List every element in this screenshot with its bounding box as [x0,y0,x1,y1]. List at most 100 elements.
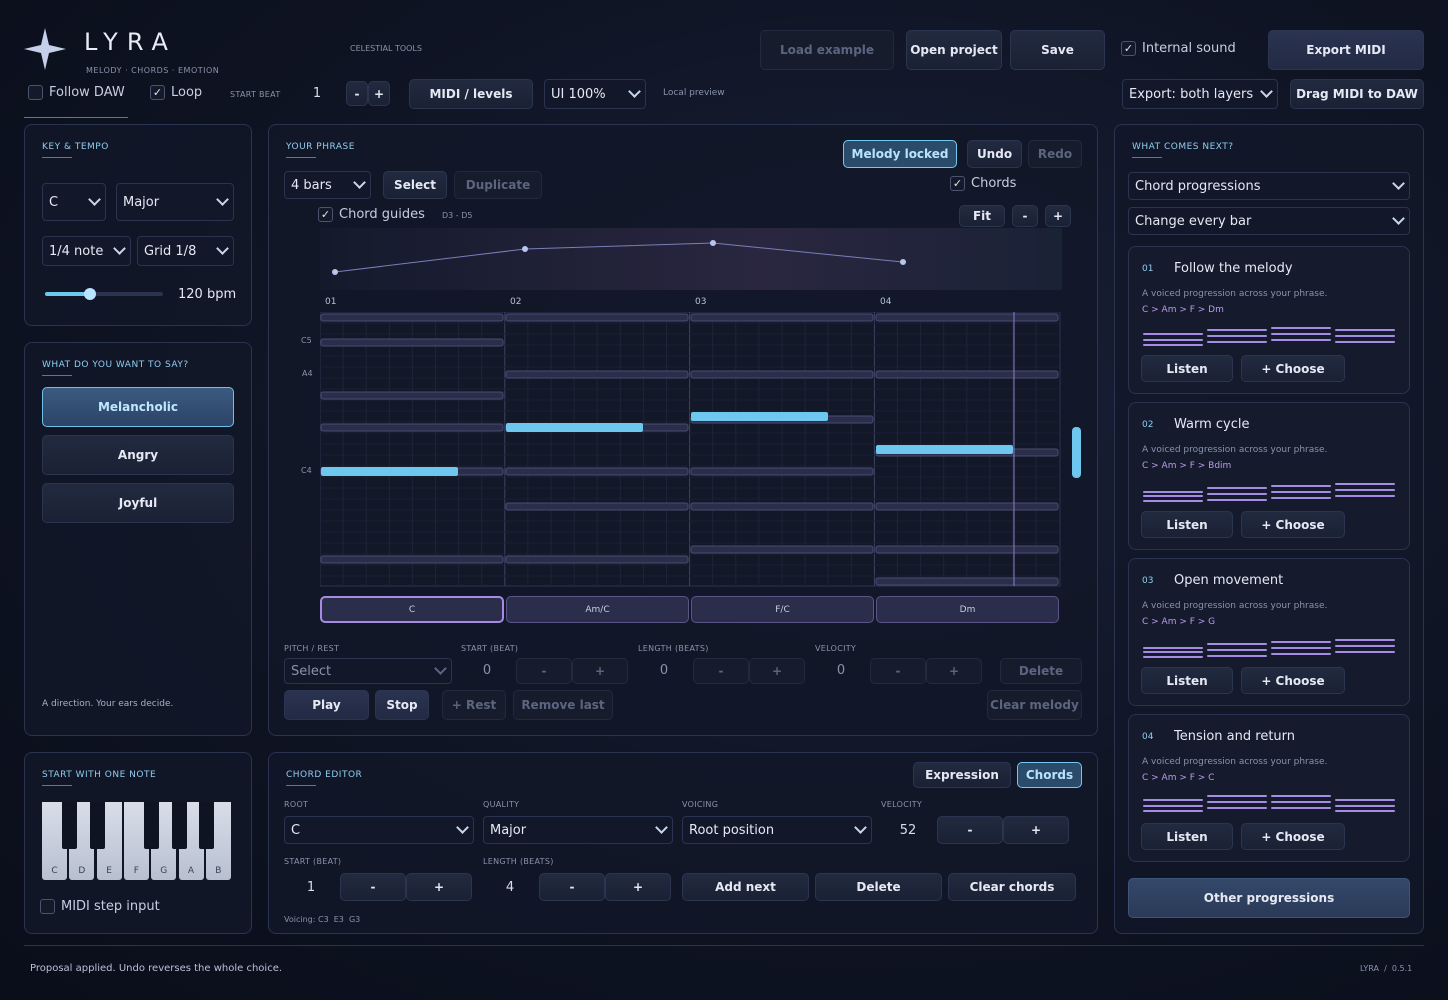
melody-locked-button[interactable]: Melody locked [843,140,957,168]
zoom-in-button[interactable]: + [1045,205,1071,227]
quality-select[interactable]: Major [483,816,673,844]
mode-select[interactable]: Major [116,183,234,221]
voicing-line [1207,643,1267,645]
voicing-line [1143,799,1203,801]
note-velocity-decrement[interactable]: - [870,658,926,684]
piano-key-label: A [187,866,195,876]
listen-button[interactable]: Listen [1141,667,1233,694]
piano-roll-grid[interactable] [320,312,1062,588]
select-tool-button[interactable]: Select [383,171,447,199]
piano-black-key[interactable] [89,802,105,849]
chord-guides-checkbox[interactable]: ✓ Chord guides [318,207,425,222]
brand-name: LYRA [84,28,177,56]
chord-velocity-increment[interactable]: + [1003,816,1069,844]
choose-button[interactable]: + Choose [1241,355,1345,382]
add-next-chord-button[interactable]: Add next [682,873,809,901]
chords-tab[interactable]: Chords [1017,762,1082,788]
chord-block-f-c[interactable]: F/C [691,596,874,623]
note-start-decrement[interactable]: - [516,658,572,684]
piano-black-key[interactable] [171,802,187,849]
chord-start-increment[interactable]: + [406,873,472,901]
change-rate-select[interactable]: Change every bar [1128,207,1410,235]
choose-button[interactable]: + Choose [1241,667,1345,694]
choose-button[interactable]: + Choose [1241,511,1345,538]
emotion-joyful-button[interactable]: Joyful [42,483,234,523]
note-length-value: 0 [659,663,669,678]
chords-toggle-checkbox[interactable]: ✓ Chords [950,176,1016,191]
stop-button[interactable]: Stop [375,690,429,720]
chord-velocity-decrement[interactable]: - [937,816,1003,844]
grid-select[interactable]: Grid 1/8 [137,236,234,266]
listen-button[interactable]: Listen [1141,511,1233,538]
open-project-button[interactable]: Open project [906,30,1002,70]
piano-key-label: D [78,866,86,876]
chord-start-label: START (BEAT) [284,857,342,866]
chord-length-increment[interactable]: + [605,873,671,901]
redo-button[interactable]: Redo [1028,140,1082,168]
chord-length-decrement[interactable]: - [539,873,605,901]
midi-levels-button[interactable]: MIDI / levels [409,79,533,109]
pitch-rest-select[interactable]: Select [284,658,452,684]
chord-start-decrement[interactable]: - [340,873,406,901]
root-select[interactable]: C [284,816,474,844]
chord-block-dm[interactable]: Dm [876,596,1059,623]
emotion-title: WHAT DO YOU WANT TO SAY? [42,360,189,376]
chord-velocity-value: 52 [899,823,917,838]
other-progressions-button[interactable]: Other progressions [1128,878,1410,918]
note-value-select[interactable]: 1/4 note [42,236,131,266]
listen-button[interactable]: Listen [1141,823,1233,850]
chevron-down-icon [1392,212,1405,225]
chord-start-value: 1 [306,880,316,895]
note-length-decrement[interactable]: - [693,658,749,684]
load-example-button[interactable]: Load example [760,30,894,70]
expression-tab[interactable]: Expression [913,762,1011,788]
undo-button[interactable]: Undo [967,140,1022,168]
tempo-value: 120 bpm [178,287,237,302]
zoom-out-button[interactable]: - [1012,205,1038,227]
fit-button[interactable]: Fit [959,205,1005,227]
delete-note-button[interactable]: Delete [1000,658,1082,684]
play-button[interactable]: Play [284,690,369,720]
drag-midi-button[interactable]: Drag MIDI to DAW [1290,79,1424,109]
note-velocity-increment[interactable]: + [926,658,982,684]
suggestion-type-select[interactable]: Chord progressions [1128,172,1410,200]
clear-chords-button[interactable]: Clear chords [948,873,1076,901]
chord-block-am-c[interactable]: Am/C [506,596,689,623]
voicing-select[interactable]: Root position [682,816,872,844]
export-layers-select[interactable]: Export: both layers [1122,79,1278,109]
start-beat-increment[interactable]: + [368,81,390,106]
duplicate-button[interactable]: Duplicate [454,171,542,199]
voicing-line [1207,341,1267,343]
save-button[interactable]: Save [1010,30,1105,70]
note-length-increment[interactable]: + [749,658,805,684]
follow-daw-checkbox[interactable]: Follow DAW [28,85,125,100]
midi-step-input-checkbox[interactable]: MIDI step input [40,899,160,914]
tempo-slider[interactable] [45,288,163,300]
clear-melody-button[interactable]: Clear melody [987,690,1082,720]
velocity-field-label: VELOCITY [815,644,857,653]
export-midi-button[interactable]: Export MIDI [1268,30,1424,70]
start-beat-decrement[interactable]: - [346,81,368,106]
emotion-melancholic-button[interactable]: Melancholic [42,387,234,427]
note-start-increment[interactable]: + [572,658,628,684]
listen-button[interactable]: Listen [1141,355,1233,382]
chord-block-c[interactable]: C [320,596,504,623]
ui-scale-select[interactable]: UI 100% [544,79,646,109]
section-label: CELESTIAL TOOLS [350,44,422,53]
add-rest-button[interactable]: + Rest [442,690,506,720]
key-select[interactable]: C [42,183,106,221]
roll-scrollbar[interactable] [1072,427,1081,478]
emotion-angry-button[interactable]: Angry [42,435,234,475]
remove-last-button[interactable]: Remove last [513,690,613,720]
bar-number-03: 03 [695,297,707,307]
loop-checkbox[interactable]: ✓ Loop [150,85,202,100]
choose-button[interactable]: + Choose [1241,823,1345,850]
piano-black-key[interactable] [198,802,214,849]
delete-chord-button[interactable]: Delete [815,873,942,901]
piano-black-key[interactable] [62,802,78,849]
internal-sound-checkbox[interactable]: ✓ Internal sound [1121,41,1236,56]
bars-select[interactable]: 4 bars [284,171,371,199]
piano-black-key[interactable] [144,802,160,849]
chevron-down-icon [353,176,366,189]
card-description: A voiced progression across your phrase. [1142,601,1328,611]
